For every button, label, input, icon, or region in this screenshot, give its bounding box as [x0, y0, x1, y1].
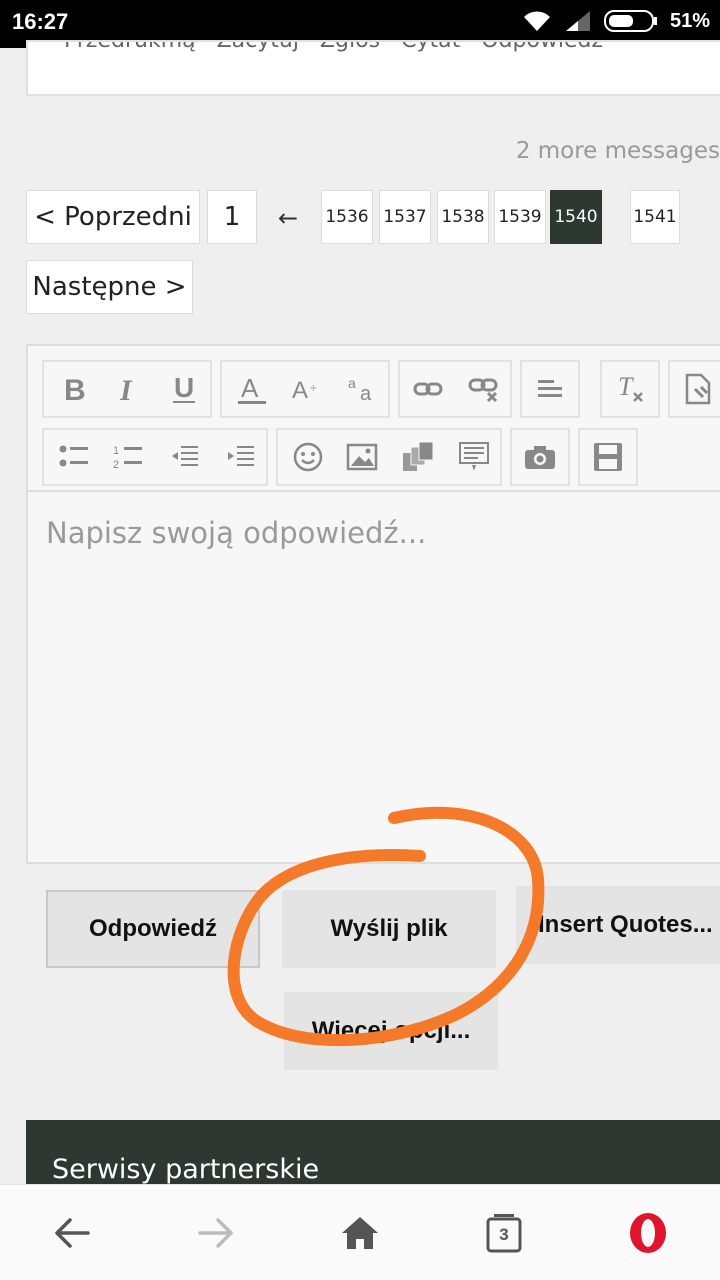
upload-file-button[interactable]: Wyślij plik	[282, 890, 496, 968]
svg-text:2: 2	[113, 459, 119, 471]
link-icon[interactable]	[400, 362, 456, 416]
pagination-gap-arrow: ←	[278, 204, 299, 232]
reply-actions: Odpowiedź Wyślij plik Insert Quotes... W…	[26, 866, 720, 1094]
page-button-1541[interactable]: 1541	[630, 190, 680, 244]
unlink-icon[interactable]	[456, 362, 512, 416]
editor-toolbar: B I U A A ÷ aa T 1 2	[28, 346, 720, 492]
save-icon[interactable]	[580, 430, 636, 484]
prev-page-button[interactable]: < Poprzedni	[26, 190, 200, 244]
footer-title: Serwisy partnerskie	[52, 1154, 320, 1185]
browser-bottom-nav: 3	[0, 1184, 720, 1280]
toolbar-group-link	[398, 360, 512, 418]
underline-icon[interactable]: U	[156, 362, 212, 416]
clear-format-icon[interactable]: T	[602, 362, 658, 416]
numbered-list-icon[interactable]: 12	[100, 430, 156, 484]
toolbar-group-basic: B I U	[42, 360, 212, 418]
bullet-list-icon[interactable]	[46, 430, 102, 484]
font-size-icon[interactable]: A ÷	[278, 362, 334, 416]
tabs-count: 3	[499, 1225, 509, 1244]
more-messages-link[interactable]: 2 more messages	[516, 138, 720, 164]
svg-text:a: a	[348, 375, 356, 391]
italic-icon[interactable]: I	[100, 362, 156, 416]
emoji-icon[interactable]	[280, 430, 336, 484]
status-time: 16:27	[12, 9, 69, 34]
toolbar-group-insert	[276, 428, 502, 486]
page-button-1536[interactable]: 1536	[321, 190, 373, 244]
toolbar-group-camera	[510, 428, 570, 486]
toolbar-group-font: A A ÷ aa	[220, 360, 390, 418]
opera-menu-button[interactable]	[616, 1205, 680, 1261]
font-color-icon[interactable]: A	[224, 362, 280, 416]
toolbar-group-align	[520, 360, 580, 418]
svg-text:A: A	[241, 373, 259, 403]
svg-text:1: 1	[113, 445, 119, 457]
first-page-button[interactable]: 1	[207, 190, 257, 244]
partner-footer: Serwisy partnerskie	[26, 1120, 720, 1190]
back-button[interactable]	[40, 1205, 104, 1261]
reply-editor: B I U A A ÷ aa T 1 2 Napisz swoją odpowi…	[26, 344, 720, 864]
page-button-1538[interactable]: 1538	[437, 190, 489, 244]
font-style-icon[interactable]: aa	[334, 362, 390, 416]
forward-button[interactable]	[184, 1205, 248, 1261]
page-button-1537[interactable]: 1537	[379, 190, 431, 244]
tabs-button[interactable]: 3	[472, 1205, 536, 1261]
current-page-1540[interactable]: 1540	[550, 190, 602, 244]
forward-arrow-icon	[198, 1218, 233, 1248]
status-icons: 51%	[522, 9, 710, 33]
bold-icon[interactable]: B	[46, 362, 102, 416]
home-icon	[342, 1217, 378, 1249]
toolbar-group-lists: 12	[42, 428, 268, 486]
wifi-icon	[523, 11, 550, 31]
next-page-button[interactable]: Następne >	[26, 260, 193, 314]
reply-button[interactable]: Odpowiedź	[46, 890, 260, 968]
toolbar-group-save	[578, 428, 638, 486]
battery-icon	[603, 10, 657, 32]
image-icon[interactable]	[334, 430, 390, 484]
post-action-links[interactable]: Przedrukmą · Zacytuj · Zgłoś · Cytat · O…	[64, 42, 603, 53]
svg-text:÷: ÷	[310, 381, 317, 395]
svg-text:a: a	[360, 383, 372, 404]
reply-textarea[interactable]	[28, 494, 720, 862]
align-icon[interactable]	[522, 362, 578, 416]
media-icon[interactable]	[390, 430, 446, 484]
signal-icon	[565, 11, 590, 31]
insert-quotes-button[interactable]: Insert Quotes...	[516, 886, 720, 964]
svg-text:U: U	[174, 373, 194, 403]
camera-icon[interactable]	[512, 430, 568, 484]
outdent-icon[interactable]	[156, 430, 212, 484]
svg-text:A: A	[292, 377, 308, 404]
svg-text:T: T	[618, 373, 634, 401]
home-button[interactable]	[328, 1205, 392, 1261]
indent-icon[interactable]	[212, 430, 268, 484]
opera-logo-icon	[630, 1213, 666, 1253]
toolbar-group-clear: T	[600, 360, 660, 418]
battery-percent: 51%	[669, 9, 710, 32]
page-button-1539[interactable]: 1539	[494, 190, 546, 244]
source-icon[interactable]	[670, 362, 720, 416]
previous-post-card: Przedrukmą · Zacytuj · Zgłoś · Cytat · O…	[26, 40, 720, 96]
back-arrow-icon	[55, 1218, 90, 1248]
svg-text:I: I	[119, 374, 133, 404]
toolbar-group-source	[668, 360, 720, 418]
template-icon[interactable]	[446, 430, 502, 484]
more-options-button[interactable]: Więcej opcji...	[284, 992, 498, 1070]
svg-text:B: B	[64, 374, 86, 404]
